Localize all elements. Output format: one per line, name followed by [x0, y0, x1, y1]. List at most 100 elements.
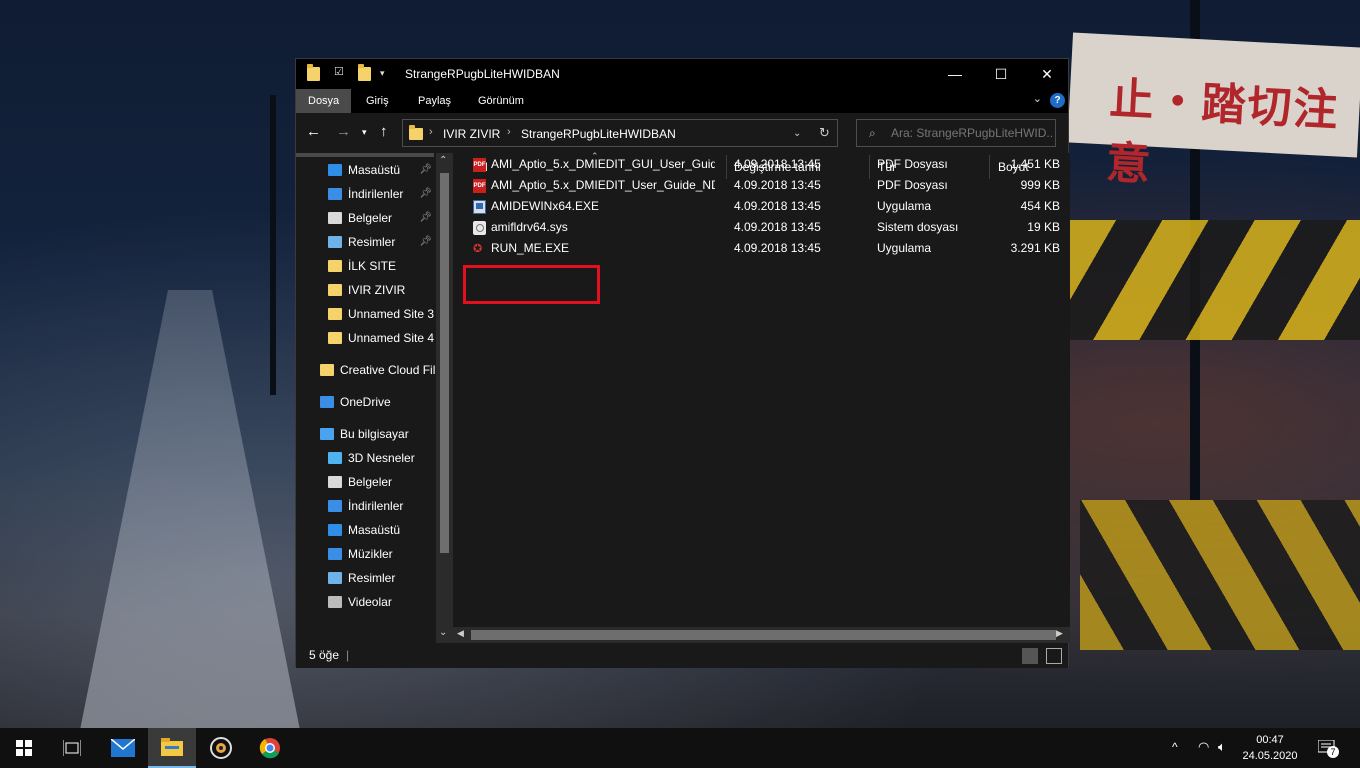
sidebar-item[interactable]: IVIR ZIVIR — [296, 279, 436, 301]
mail-app-button[interactable] — [99, 728, 147, 768]
file-row[interactable]: PDF AMI_Aptio_5.x_DMIEDIT_User_Guide_ND..… — [471, 175, 1066, 196]
file-explorer-button[interactable] — [148, 728, 196, 768]
pdf-icon: PDF — [473, 179, 486, 193]
chrome-icon — [259, 738, 280, 759]
sidebar-item[interactable]: ★Hızlı erişim — [296, 153, 434, 157]
file-row[interactable]: PDF AMI_Aptio_5.x_DMIEDIT_GUI_User_Guide.… — [471, 154, 1066, 175]
sidebar-item[interactable]: Creative Cloud Fil — [296, 359, 436, 381]
sidebar-item[interactable]: İLK SITE — [296, 255, 436, 277]
pin-icon[interactable]: 📌︎ — [419, 207, 432, 229]
tab-gorunum[interactable]: Görünüm — [478, 89, 524, 113]
navigation-pane-scrollbar[interactable]: ⌃ ⌄ — [436, 153, 453, 643]
sidebar-item[interactable]: Müzikler — [296, 543, 436, 565]
scroll-down-icon[interactable]: ⌄ — [439, 627, 447, 638]
wallpaper-barrier — [1070, 220, 1360, 340]
videos-icon — [328, 596, 342, 608]
file-row[interactable]: AMIDEWINx64.EXE 4.09.2018 13:45 Uygulama 45… — [471, 196, 1066, 217]
up-arrow-icon[interactable]: ↑ — [380, 123, 388, 140]
scrollbar-thumb[interactable] — [440, 173, 449, 553]
sidebar-item[interactable]: OneDrive — [296, 391, 436, 413]
scrollbar-thumb[interactable] — [471, 630, 1056, 640]
media-player-icon — [210, 737, 232, 759]
scroll-right-icon[interactable]: ▶ — [1056, 628, 1063, 639]
address-bar[interactable]: › IVIR ZIVIR › StrangeRPugbLiteHWIDBAN ⌄… — [402, 119, 838, 147]
recent-locations-icon[interactable]: ▾ — [362, 127, 367, 138]
breadcrumb-separator-icon[interactable]: › — [507, 126, 511, 138]
sidebar-item[interactable]: 3D Nesneler — [296, 447, 436, 469]
properties-icon[interactable]: ☑ — [334, 65, 347, 79]
run-me-exe-icon: ✪ — [473, 243, 483, 255]
search-box[interactable]: ⌕ — [856, 119, 1056, 147]
help-icon[interactable]: ? — [1050, 93, 1065, 108]
file-name: AMI_Aptio_5.x_DMIEDIT_GUI_User_Guide... — [491, 157, 715, 171]
back-arrow-icon[interactable]: ← — [306, 123, 321, 140]
document-icon — [328, 476, 342, 488]
file-list-horizontal-scrollbar[interactable]: ◀ ▶ — [453, 627, 1070, 643]
start-button[interactable] — [0, 728, 48, 768]
system-clock[interactable]: 00:47 24.05.2020 — [1232, 732, 1308, 764]
sidebar-item-label: Masaüstü — [348, 523, 401, 537]
ribbon-expand-icon[interactable]: ⌄ — [1033, 92, 1042, 105]
address-history-dropdown-icon[interactable]: ⌄ — [793, 128, 801, 139]
quick-access-dropdown-icon[interactable]: ▾ — [380, 68, 393, 82]
search-icon: ⌕ — [869, 126, 876, 140]
desktop-icon — [328, 164, 342, 176]
volume-icon[interactable]: 🔈︎ — [1218, 739, 1226, 768]
sidebar-item-label: Müzikler — [348, 547, 393, 561]
tab-dosya[interactable]: Dosya — [296, 89, 352, 113]
new-folder-icon[interactable] — [358, 64, 371, 81]
file-row[interactable]: ✪ RUN_ME.EXE 4.09.2018 13:45 Uygulama 3.291 … — [471, 238, 1066, 259]
minimize-button[interactable]: — — [932, 59, 978, 89]
sidebar-item-label: İLK SITE — [348, 259, 397, 273]
scroll-up-icon[interactable]: ⌃ — [439, 155, 447, 166]
breadcrumb-separator-icon[interactable]: › — [429, 126, 433, 138]
task-view-button[interactable] — [48, 728, 96, 768]
sidebar-item[interactable]: Masaüstü — [296, 519, 436, 541]
sidebar-item[interactable]: Unnamed Site 3 — [296, 303, 436, 325]
file-type: PDF Dosyası — [877, 178, 948, 192]
tab-giris[interactable]: Giriş — [366, 89, 389, 113]
pictures-icon — [328, 572, 342, 584]
sidebar-item[interactable]: Masaüstü 📌︎ — [296, 159, 436, 181]
file-row[interactable]: amifldrv64.sys 4.09.2018 13:45 Sistem dosy… — [471, 217, 1066, 238]
close-button[interactable]: ✕ — [1024, 59, 1070, 89]
sidebar-item[interactable]: Unnamed Site 4 — [296, 327, 436, 349]
document-icon — [328, 212, 342, 224]
title-bar[interactable]: ☑ ▾ StrangeRPugbLiteHWIDBAN — ☐ ✕ — [296, 59, 1068, 89]
show-hidden-icons-icon[interactable]: ^ — [1172, 740, 1178, 768]
breadcrumb-ivir-zivir[interactable]: IVIR ZIVIR — [443, 127, 500, 141]
sidebar-item[interactable]: Bu bilgisayar — [296, 423, 436, 445]
sidebar-item-label: Belgeler — [348, 475, 393, 489]
sidebar-item[interactable]: İndirilenler — [296, 495, 436, 517]
pin-icon[interactable]: 📌︎ — [419, 231, 432, 253]
sidebar-item[interactable]: İndirilenler 📌︎ — [296, 183, 436, 205]
search-input[interactable] — [891, 125, 1053, 141]
chrome-button[interactable] — [246, 728, 294, 768]
sidebar-item[interactable]: Belgeler — [296, 471, 436, 493]
pin-icon[interactable]: 📌︎ — [419, 159, 432, 181]
action-center-button[interactable]: 7 — [1318, 738, 1342, 760]
refresh-icon[interactable]: ↻ — [819, 125, 830, 141]
large-icons-view-icon[interactable] — [1046, 648, 1062, 664]
pin-icon[interactable]: 📌︎ — [419, 183, 432, 205]
sidebar-item[interactable]: Resimler 📌︎ — [296, 231, 436, 253]
maximize-button[interactable]: ☐ — [978, 59, 1024, 89]
media-player-button[interactable] — [197, 728, 245, 768]
breadcrumb-current-folder[interactable]: StrangeRPugbLiteHWIDBAN — [521, 127, 676, 141]
run-me-highlight-box — [463, 265, 600, 304]
scroll-left-icon[interactable]: ◀ — [457, 628, 464, 639]
file-type: Uygulama — [877, 199, 932, 213]
details-view-icon[interactable] — [1022, 648, 1038, 664]
tab-paylas[interactable]: Paylaş — [418, 89, 451, 113]
pictures-icon — [328, 236, 342, 248]
sidebar-item[interactable]: Resimler — [296, 567, 436, 589]
clock-date: 24.05.2020 — [1242, 750, 1298, 762]
sidebar-item[interactable]: Videolar — [296, 591, 436, 613]
file-size: 19 KB — [1027, 220, 1060, 234]
wifi-icon[interactable]: ◠ — [1198, 739, 1209, 768]
status-bar: 5 öğe | — [296, 643, 1068, 668]
sidebar-item-label: İndirilenler — [348, 499, 404, 513]
navigation-bar: ← → ▾ ↑ › IVIR ZIVIR › StrangeRPugbLiteH… — [296, 113, 1068, 153]
sidebar-item[interactable]: Belgeler 📌︎ — [296, 207, 436, 229]
forward-arrow-icon[interactable]: → — [336, 123, 351, 140]
